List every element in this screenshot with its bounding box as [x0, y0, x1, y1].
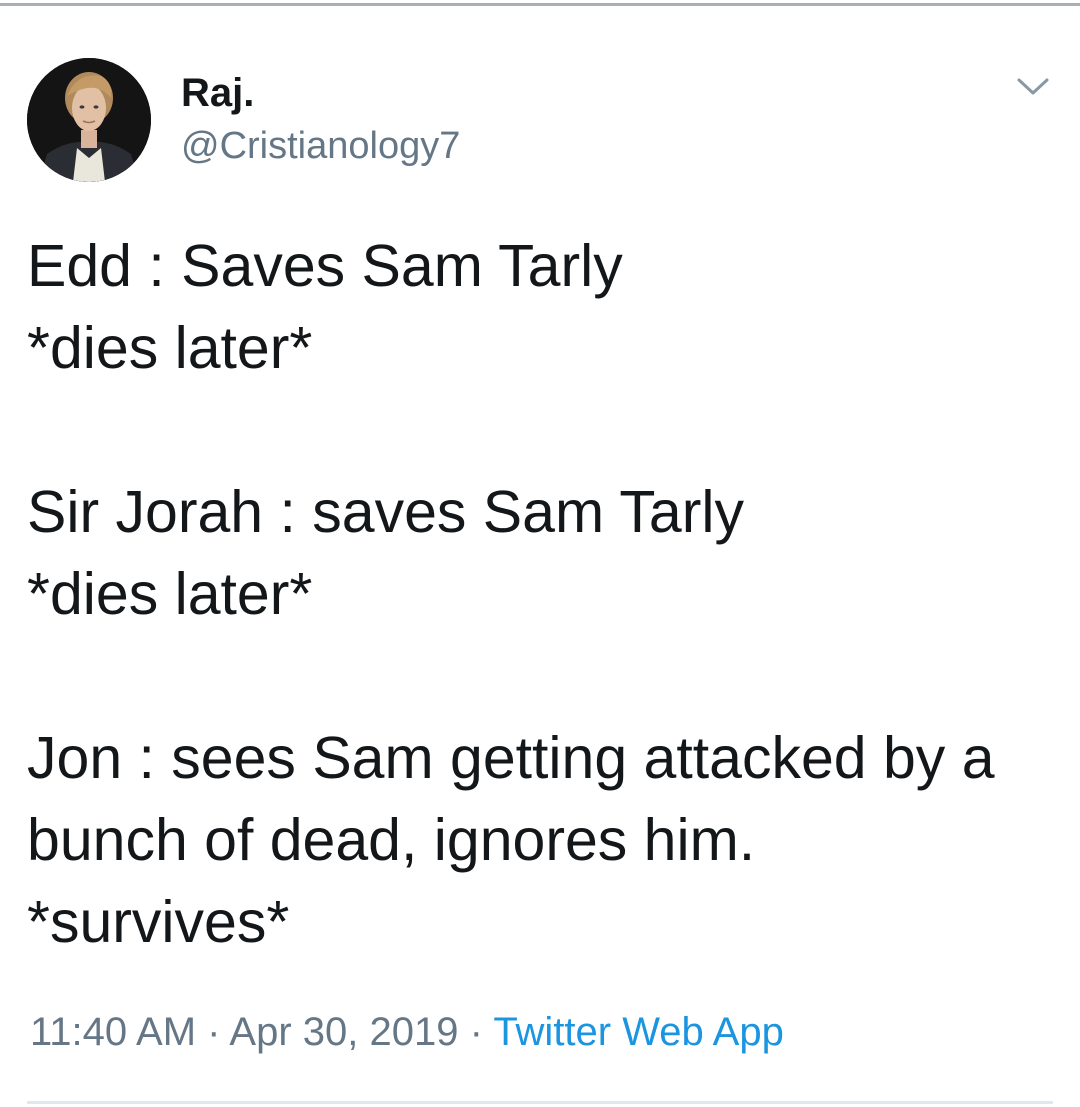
avatar[interactable]	[27, 58, 151, 182]
tweet-source-link[interactable]: Twitter Web App	[493, 1010, 784, 1054]
meta-separator: ·	[469, 1010, 483, 1054]
tweet-line: Jon : sees Sam getting attacked by a	[27, 725, 995, 791]
profile-photo-icon	[27, 58, 151, 182]
tweet-line: Sir Jorah : saves Sam Tarly	[27, 479, 744, 545]
tweet-time[interactable]: 11:40 AM	[30, 1010, 196, 1054]
tweet-line: *dies later*	[27, 561, 313, 627]
tweet-text: Edd : Saves Sam Tarly *dies later* Sir J…	[27, 225, 1067, 963]
tweet-date[interactable]: Apr 30, 2019	[229, 1010, 458, 1054]
tweet-line: Edd : Saves Sam Tarly	[27, 233, 623, 299]
tweet-line: bunch of dead, ignores him.	[27, 807, 756, 873]
tweet-line: *survives*	[27, 889, 290, 955]
top-divider	[0, 3, 1080, 6]
user-handle[interactable]: @Cristianology7	[181, 124, 460, 168]
bottom-divider	[27, 1101, 1053, 1104]
tweet-meta: 11:40 AM · Apr 30, 2019 · Twitter Web Ap…	[30, 1008, 784, 1056]
meta-separator: ·	[207, 1010, 221, 1054]
tweet-menu-button[interactable]	[1012, 70, 1054, 102]
tweet-line: *dies later*	[27, 315, 313, 381]
chevron-down-icon	[1017, 78, 1049, 95]
display-name[interactable]: Raj.	[181, 70, 254, 116]
